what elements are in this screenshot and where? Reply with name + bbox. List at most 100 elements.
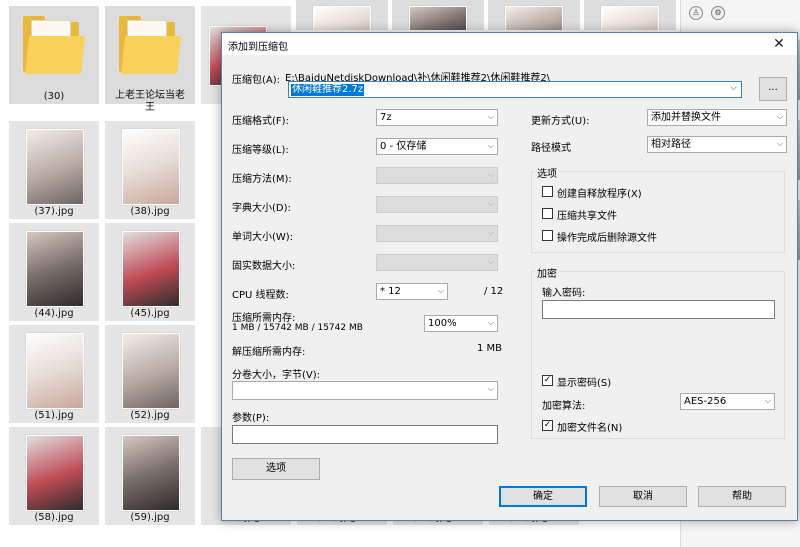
gear-icon[interactable]: ⚙ <box>711 6 725 20</box>
mem-decomp-label: 解压缩所需内存: <box>232 347 306 358</box>
shared-label: 压缩共享文件 <box>557 211 617 222</box>
show-password-checkbox[interactable]: ✓ <box>542 375 553 386</box>
shared-checkbox[interactable] <box>542 208 553 219</box>
solid-select: ⌵ <box>376 254 498 271</box>
show-password-label: 显示密码(S) <box>557 378 612 389</box>
update-select[interactable]: 添加并替换文件 ⌵ <box>647 109 787 126</box>
image-item[interactable]: (38).jpg <box>104 120 196 220</box>
image-item[interactable] <box>392 0 484 30</box>
threads-max: / 12 <box>484 286 504 297</box>
image-item[interactable] <box>296 0 388 30</box>
mem-decomp-value: 1 MB <box>477 343 503 354</box>
chevron-down-icon[interactable]: ⌵ <box>730 83 737 93</box>
file-name: (37).jpg <box>34 206 74 217</box>
params-input[interactable] <box>232 425 498 444</box>
password-input[interactable] <box>542 300 775 319</box>
ok-button[interactable]: 确定 <box>499 486 587 507</box>
chevron-down-icon: ⌵ <box>776 112 783 121</box>
chevron-down-icon: ⌵ <box>487 170 494 179</box>
chevron-down-icon: ⌵ <box>764 396 771 405</box>
image-item[interactable] <box>488 0 580 30</box>
encryption-group-title: 加密 <box>535 265 559 280</box>
dict-label: 字典大小(D): <box>232 203 291 214</box>
pathmode-label: 路径模式 <box>531 143 571 154</box>
format-select[interactable]: 7z ⌵ <box>376 109 498 126</box>
enc-method-select[interactable]: AES-256 ⌵ <box>680 393 775 410</box>
archive-name-combobox[interactable]: 休闲鞋推荐2.7z ⌵ <box>288 81 742 98</box>
word-select: ⌵ <box>376 225 498 242</box>
folder-item[interactable]: 上老王论坛当老王 <box>104 5 196 113</box>
archive-name-value: 休闲鞋推荐2.7z <box>291 84 365 96</box>
split-combobox[interactable]: ⌵ <box>232 381 498 400</box>
dialog-title: 添加到压缩包 <box>228 42 288 53</box>
image-thumbnail <box>505 6 563 30</box>
cancel-button[interactable]: 取消 <box>599 486 687 507</box>
browse-button[interactable]: ... <box>759 77 787 101</box>
mem-comp-value: 1 MB / 15742 MB / 15742 MB <box>232 323 363 333</box>
image-item[interactable]: (58).jpg <box>8 426 100 526</box>
sfx-label: 创建自释放程序(X) <box>557 189 642 200</box>
format-value: 7z <box>380 112 392 123</box>
file-name: 上老王论坛当老王 <box>115 90 185 113</box>
pathmode-value: 相对路径 <box>651 139 691 150</box>
image-thumbnail <box>122 231 180 307</box>
encrypt-names-checkbox[interactable]: ✓ <box>542 420 553 431</box>
image-item[interactable] <box>584 0 676 30</box>
chevron-down-icon: ⌵ <box>487 199 494 208</box>
file-name: (58).jpg <box>34 512 74 523</box>
image-item[interactable]: (52).jpg <box>104 324 196 424</box>
title-bar: 添加到压缩包 ✕ <box>222 33 797 55</box>
folder-icon <box>119 16 181 76</box>
chevron-down-icon: ⌵ <box>487 141 494 150</box>
delete-source-checkbox[interactable] <box>542 230 553 241</box>
image-item[interactable]: (44).jpg <box>8 222 100 322</box>
method-label: 压缩方法(M): <box>232 174 292 185</box>
image-item[interactable]: (45).jpg <box>104 222 196 322</box>
chevron-down-icon: ⌵ <box>437 286 444 295</box>
image-item[interactable]: (59).jpg <box>104 426 196 526</box>
update-value: 添加并替换文件 <box>651 112 721 123</box>
chevron-down-icon: ⌵ <box>487 228 494 237</box>
file-name: (30) <box>43 91 65 102</box>
threads-label: CPU 线程数: <box>232 290 289 301</box>
image-item[interactable]: (37).jpg <box>8 120 100 220</box>
chevron-down-icon: ⌵ <box>776 139 783 148</box>
enc-method-value: AES-256 <box>684 396 727 407</box>
level-label: 压缩等级(L): <box>232 145 289 156</box>
archive-label: 压缩包(A): <box>232 75 281 86</box>
options-button[interactable]: 选项 <box>232 458 320 480</box>
format-label: 压缩格式(F): <box>232 116 289 127</box>
solid-label: 固实数据大小: <box>232 261 296 272</box>
close-icon[interactable]: ✕ <box>761 33 797 55</box>
chevron-down-icon: ⌵ <box>487 257 494 266</box>
add-to-archive-dialog: 添加到压缩包 ✕ 压缩包(A): E:\BaiduNetdiskDownload… <box>221 32 798 521</box>
image-thumbnail <box>601 6 659 30</box>
level-value: 0 - 仅存储 <box>380 141 427 152</box>
pathmode-select[interactable]: 相对路径 ⌵ <box>647 136 787 153</box>
threads-value: * 12 <box>380 286 401 297</box>
level-select[interactable]: 0 - 仅存储 ⌵ <box>376 138 498 155</box>
options-group-title: 选项 <box>535 165 559 180</box>
image-thumbnail <box>26 129 84 205</box>
threads-select[interactable]: * 12 ⌵ <box>376 283 448 300</box>
person-icon[interactable]: ♙ <box>689 6 703 20</box>
image-item[interactable]: (51).jpg <box>8 324 100 424</box>
file-name: (51).jpg <box>34 410 74 421</box>
folder-item[interactable]: (30) <box>8 5 100 105</box>
sfx-checkbox[interactable] <box>542 186 553 197</box>
mem-percent-value: 100% <box>428 318 457 329</box>
file-name: (38).jpg <box>130 206 170 217</box>
encrypt-names-label: 加密文件名(N) <box>557 423 623 434</box>
file-name: (52).jpg <box>130 410 170 421</box>
image-thumbnail <box>409 6 467 30</box>
image-thumbnail <box>122 435 180 511</box>
image-thumbnail <box>313 6 371 30</box>
delete-source-label: 操作完成后删除源文件 <box>557 233 657 244</box>
image-thumbnail <box>26 333 84 409</box>
image-thumbnail <box>26 435 84 511</box>
file-name: (44).jpg <box>34 308 74 319</box>
help-button[interactable]: 帮助 <box>698 486 786 507</box>
image-thumbnail <box>122 129 180 205</box>
mem-percent-select[interactable]: 100% ⌵ <box>424 315 498 332</box>
file-name: (45).jpg <box>130 308 170 319</box>
